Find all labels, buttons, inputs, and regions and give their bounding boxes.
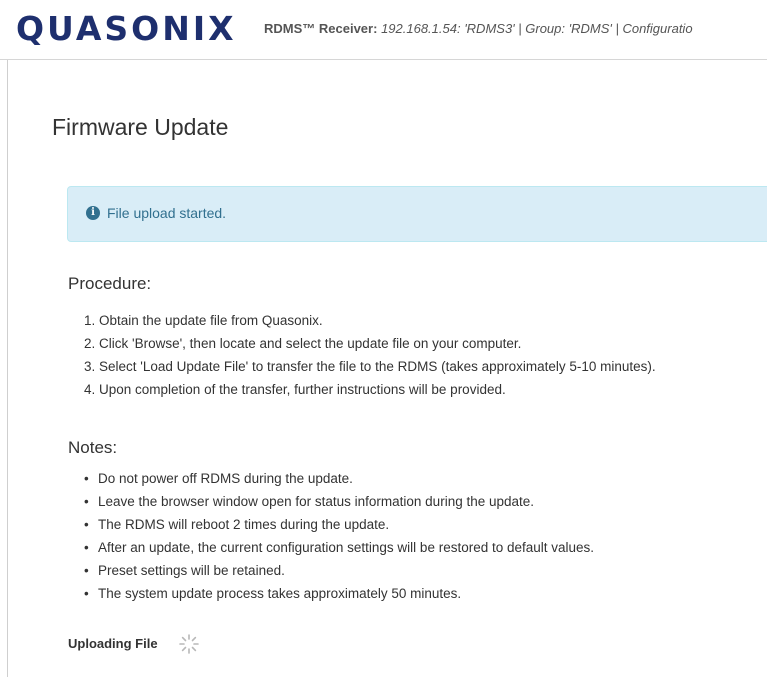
info-alert: i File upload started. xyxy=(67,186,767,242)
info-icon: i xyxy=(86,206,100,220)
note-text: The RDMS will reboot 2 times during the … xyxy=(98,517,390,532)
notes-heading: Notes: xyxy=(68,438,118,457)
logo-text: QUASONIX xyxy=(16,8,237,48)
page: QUASONIX RDMS™ Receiver: 192.168.1.54: '… xyxy=(0,0,767,677)
note-text: After an update, the current configurati… xyxy=(98,540,595,555)
content-left-border xyxy=(7,60,8,677)
procedure-list: 1. Obtain the update file from Quasonix.… xyxy=(84,309,656,401)
spinner-icon xyxy=(179,634,199,654)
notes-list: • Do not power off RDMS during the update… xyxy=(84,467,594,605)
bullet-icon: • xyxy=(84,586,89,601)
note-item: • Preset settings will be retained. xyxy=(84,559,594,582)
note-text: Preset settings will be retained. xyxy=(98,563,285,578)
bullet-icon: • xyxy=(84,517,89,532)
receiver-info: RDMS™ Receiver: 192.168.1.54: 'RDMS3' | … xyxy=(264,21,693,36)
procedure-step: 4. Upon completion of the transfer, furt… xyxy=(84,382,506,397)
procedure-step: 3. Select 'Load Update File' to transfer… xyxy=(84,359,656,374)
receiver-label: RDMS™ Receiver: xyxy=(264,21,378,36)
note-text: The system update process takes approxim… xyxy=(98,586,462,601)
note-item: • Do not power off RDMS during the update… xyxy=(84,467,594,490)
receiver-value: 192.168.1.54: 'RDMS3' | Group: 'RDMS' | … xyxy=(381,21,693,36)
alert-message: File upload started. xyxy=(107,205,227,221)
note-item: • The RDMS will reboot 2 times during the… xyxy=(84,513,594,536)
procedure-heading: Procedure: xyxy=(68,274,152,293)
note-item: • The system update process takes approxi… xyxy=(84,582,594,605)
note-text: Leave the browser window open for status… xyxy=(98,494,535,509)
upload-status-label: Uploading File xyxy=(68,636,158,651)
header: QUASONIX RDMS™ Receiver: 192.168.1.54: '… xyxy=(0,0,767,60)
bullet-icon: • xyxy=(84,471,89,486)
page-title: Firmware Update xyxy=(52,114,229,140)
procedure-step: 1. Obtain the update file from Quasonix. xyxy=(84,313,323,328)
bullet-icon: • xyxy=(84,540,89,555)
procedure-step: 2. Click 'Browse', then locate and selec… xyxy=(84,336,522,351)
note-item: • Leave the browser window open for statu… xyxy=(84,490,594,513)
quasonix-logo[interactable]: QUASONIX xyxy=(16,6,237,50)
note-item: • After an update, the current configurat… xyxy=(84,536,594,559)
note-text: Do not power off RDMS during the update. xyxy=(98,471,353,486)
bullet-icon: • xyxy=(84,563,89,578)
bullet-icon: • xyxy=(84,494,89,509)
